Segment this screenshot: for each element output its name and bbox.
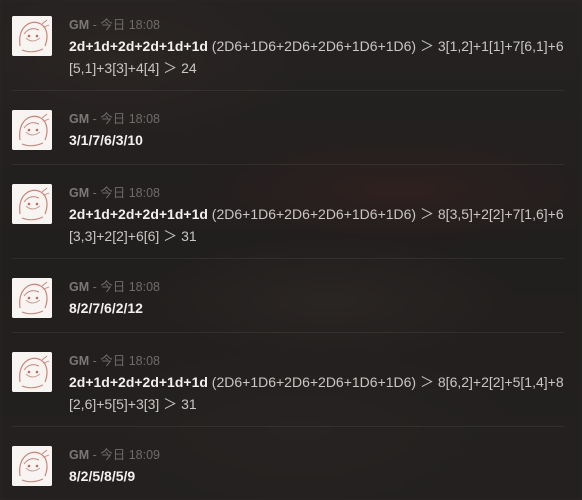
- divider: [12, 258, 564, 259]
- message-text: 2d+1d+2d+2d+1d+1d (2D6+1D6+2D6+2D6+1D6+1…: [69, 371, 564, 415]
- message-header: GM - 今日 18:08: [69, 112, 160, 126]
- dice-detail: (2D6+1D6+2D6+2D6+1D6+1D6): [207, 38, 417, 54]
- chat-log[interactable]: GM - 今日 18:08 2d+1d+2d+2d+1d+1d (2D6+1D6…: [0, 0, 570, 500]
- message-text: 8/2/7/6/2/12: [69, 297, 564, 319]
- timestamp: 今日 18:08: [100, 18, 161, 32]
- avatar[interactable]: [12, 16, 52, 56]
- avatar[interactable]: [12, 184, 52, 224]
- message-header: GM - 今日 18:08: [69, 354, 160, 368]
- timestamp: 今日 18:09: [100, 448, 161, 462]
- divider: [12, 332, 564, 333]
- divider: [12, 164, 564, 165]
- avatar[interactable]: [12, 110, 52, 150]
- message-text: 2d+1d+2d+2d+1d+1d (2D6+1D6+2D6+2D6+1D6+1…: [69, 203, 564, 247]
- timestamp: 今日 18:08: [100, 112, 161, 126]
- message-text: 2d+1d+2d+2d+1d+1d (2D6+1D6+2D6+2D6+1D6+1…: [69, 35, 564, 79]
- header-separator: -: [89, 186, 101, 200]
- dice-formula: 2d+1d+2d+2d+1d+1d: [69, 374, 208, 390]
- divider: [12, 426, 564, 427]
- timestamp: 今日 18:08: [100, 186, 161, 200]
- character-portrait-icon: [12, 110, 52, 150]
- header-separator: -: [89, 112, 101, 126]
- message-header: GM - 今日 18:08: [69, 280, 160, 294]
- avatar[interactable]: [12, 446, 52, 486]
- dice-formula: 3/1/7/6/3/10: [69, 132, 143, 148]
- message-header: GM - 今日 18:09: [69, 448, 160, 462]
- header-separator: -: [89, 448, 101, 462]
- avatar[interactable]: [12, 352, 52, 392]
- sender-name: GM: [69, 18, 90, 32]
- message-header: GM - 今日 18:08: [69, 18, 160, 32]
- sender-name: GM: [69, 448, 90, 462]
- character-portrait-icon: [12, 184, 52, 224]
- message-text: 8/2/5/8/5/9: [69, 465, 564, 487]
- sender-name: GM: [69, 280, 90, 294]
- dice-formula: 2d+1d+2d+2d+1d+1d: [69, 38, 208, 54]
- timestamp: 今日 18:08: [100, 354, 161, 368]
- header-separator: -: [89, 280, 101, 294]
- dice-formula: 8/2/5/8/5/9: [69, 468, 136, 484]
- message-text: 3/1/7/6/3/10: [69, 129, 564, 151]
- character-portrait-icon: [12, 352, 52, 392]
- character-portrait-icon: [12, 16, 52, 56]
- dice-formula: 2d+1d+2d+2d+1d+1d: [69, 206, 208, 222]
- timestamp: 今日 18:08: [100, 280, 161, 294]
- header-separator: -: [89, 354, 101, 368]
- sender-name: GM: [69, 112, 90, 126]
- dice-formula: 8/2/7/6/2/12: [69, 300, 143, 316]
- sender-name: GM: [69, 354, 90, 368]
- header-separator: -: [89, 18, 101, 32]
- divider: [12, 90, 564, 91]
- avatar[interactable]: [12, 278, 52, 318]
- message-header: GM - 今日 18:08: [69, 186, 160, 200]
- sender-name: GM: [69, 186, 90, 200]
- dice-detail: (2D6+1D6+2D6+2D6+1D6+1D6): [207, 206, 417, 222]
- character-portrait-icon: [12, 278, 52, 318]
- character-portrait-icon: [12, 446, 52, 486]
- dice-detail: (2D6+1D6+2D6+2D6+1D6+1D6): [207, 374, 417, 390]
